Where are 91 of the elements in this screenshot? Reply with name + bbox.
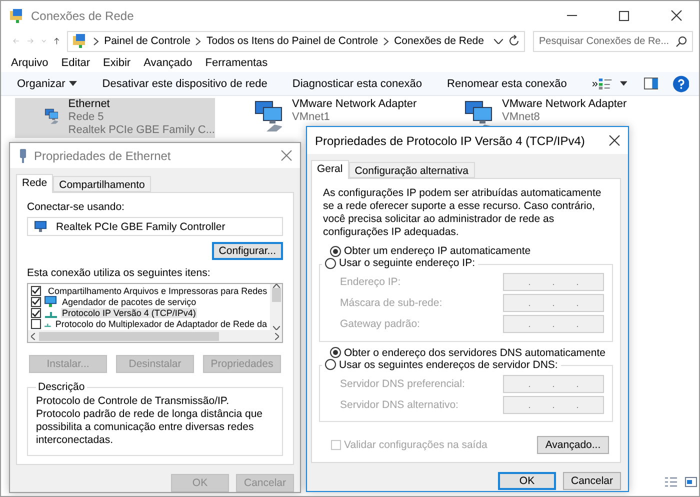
ethernet-adapter-icon	[18, 148, 28, 162]
dialog-button[interactable]: OK	[498, 472, 556, 490]
toolbar-command[interactable]: Diagnosticar esta conexão	[292, 78, 422, 90]
item-checkbox[interactable]	[31, 308, 41, 318]
breadcrumb-item[interactable]: Conexões de Rede	[394, 35, 484, 47]
large-icons-view-icon[interactable]	[685, 477, 697, 487]
search-icon	[676, 36, 687, 46]
connection-name: Ethernet	[68, 98, 111, 111]
breadcrumb-item[interactable]: Painel de Controle	[104, 35, 190, 47]
radio-option[interactable]: Usar os seguintes endereços de servidor DNS:	[325, 358, 558, 370]
up-arrow-icon[interactable]	[54, 35, 60, 47]
preview-pane-icon[interactable]	[644, 77, 658, 90]
view-options-icon[interactable]	[598, 76, 613, 90]
connection-item[interactable]: Ethernet Rede 5 Realtek PCIe GBE Family C...	[15, 98, 215, 138]
connection-detail: VMnet1	[292, 111, 331, 124]
network-icon	[44, 296, 58, 308]
list-item[interactable]: Protocolo do Multiplexador de Adaptador de Rede da	[54, 319, 268, 330]
field-label: Máscara de sub-rede:	[340, 297, 442, 310]
radio-button[interactable]	[330, 246, 341, 257]
radio-button[interactable]	[325, 359, 336, 370]
tab[interactable]: Rede	[16, 174, 54, 193]
tab[interactable]: Geral	[311, 160, 349, 179]
item-checkbox[interactable]	[31, 319, 41, 330]
scroll-right-icon[interactable]	[275, 332, 279, 340]
view-caret-icon	[620, 81, 628, 86]
refresh-icon[interactable]	[508, 35, 520, 47]
more-commands-button[interactable]: »	[592, 78, 598, 90]
chevron-right-icon	[195, 36, 202, 46]
connection-name: VMware Network Adapter	[502, 98, 627, 111]
menu-item[interactable]: Avançado	[144, 56, 192, 68]
menu-item[interactable]: Ferramentas	[205, 56, 268, 68]
horizontal-scrollbar[interactable]	[28, 330, 282, 342]
close-icon[interactable]	[609, 135, 620, 146]
menu-item[interactable]: Editar	[61, 56, 90, 68]
connection-detail: Realtek PCIe GBE Family C...	[68, 124, 215, 137]
radio-button[interactable]	[330, 347, 341, 358]
radio-option[interactable]: Obter um endereço IP automaticamente	[330, 245, 531, 258]
connection-detail: VMnet8	[502, 111, 541, 124]
field-label: Servidor DNS alternativo:	[340, 398, 458, 410]
tab[interactable]: Configuração alternativa	[348, 162, 475, 178]
details-view-icon[interactable]	[665, 477, 677, 487]
items-list[interactable]: Compartilhamento Arquivos e Impressoras para Redes Agendador de pacotes de serviço Protocolo IP Versão 4 (TCP/IPv4) Protocolo do Multiplexador de Adaptador de Rede da	[27, 283, 283, 343]
field-label: Endereço IP:	[340, 276, 401, 288]
address-bar[interactable]: Painel de Controle Todos os Itens do Painel de Controle Conexões de Rede	[67, 30, 525, 52]
network-computers-icon	[255, 101, 282, 132]
configure-button[interactable]: Configurar...	[212, 242, 283, 260]
tab[interactable]: Compartilhamento	[53, 176, 151, 192]
list-item[interactable]: Agendador de pacotes de serviço	[61, 296, 198, 307]
scroll-left-icon[interactable]	[31, 332, 35, 340]
minimize-icon	[567, 15, 577, 16]
dropdown-caret-icon[interactable]	[494, 38, 503, 44]
adapter-name: Realtek PCIe GBE Family Controller	[56, 220, 226, 233]
search-field[interactable]: Pesquisar Conexões de Re...	[533, 30, 693, 52]
menu-item[interactable]: Arquivo	[11, 56, 48, 68]
dialog-button[interactable]: Cancelar	[563, 472, 621, 490]
connect-using-label: Conectar-se usando:	[27, 201, 126, 213]
chevron-right-icon	[93, 36, 100, 46]
item-checkbox[interactable]	[31, 286, 41, 296]
group-legend: Descrição	[36, 381, 87, 393]
field-label: Servidor DNS preferencial:	[340, 378, 465, 390]
connection-detail: Rede 5	[68, 111, 105, 124]
dialog-title: Propriedades de Ethernet	[34, 148, 172, 162]
help-icon[interactable]	[672, 74, 690, 92]
radio-button[interactable]	[325, 258, 336, 269]
toolbar-command[interactable]: Desativar este dispositivo de rede	[102, 78, 268, 90]
network-folder-icon	[9, 8, 25, 24]
network-icon	[34, 221, 48, 232]
connection-name: VMware Network Adapter	[292, 98, 417, 111]
advanced-button[interactable]: Avançado...	[537, 436, 609, 454]
description-text: Protocolo de Controle de Transmissão/IP. Protocolo padrão de rede de longa distância que possibilita a comunicação entre diversas redes interconectadas.	[36, 395, 264, 447]
radio-option[interactable]: Usar o seguinte endereço IP:	[325, 257, 475, 270]
close-icon[interactable]	[670, 10, 682, 21]
window-title: Conexões de Rede	[31, 8, 135, 22]
chevron-right-icon	[383, 36, 390, 46]
scroll-down-icon[interactable]	[272, 326, 280, 330]
item-checkbox[interactable]	[31, 296, 41, 307]
menu-item[interactable]: Exibir	[103, 56, 131, 68]
field-label: Gateway padrão:	[340, 318, 420, 330]
maximize-icon	[619, 10, 629, 20]
breadcrumb-item[interactable]: Todos os Itens do Painel de Controle	[206, 35, 378, 47]
radio-option[interactable]: Obter o endereço dos servidores DNS automaticamente	[330, 346, 606, 358]
dialog-title: Propriedades de Protocolo IP Versão 4 (TCP/IPv4)	[315, 134, 586, 148]
scroll-up-icon[interactable]	[272, 284, 280, 288]
list-item[interactable]: Compartilhamento Arquivos e Impressoras para Redes	[47, 286, 268, 296]
toolbar-command[interactable]: Renomear esta conexão	[447, 78, 567, 90]
vertical-scrollbar[interactable]	[270, 284, 282, 330]
items-label: Esta conexão utiliza os seguintes itens:	[27, 267, 212, 279]
caret-down-icon	[69, 81, 78, 86]
organize-menu[interactable]: Organizar	[17, 78, 78, 90]
list-item[interactable]: Protocolo IP Versão 4 (TCP/IPv4)	[61, 308, 197, 318]
intro-text: As configurações IP podem ser atribuídas automaticamente se a rede oferecer suporte a esse recurso. Caso contrário, você precisa solicitar ao administrador de rede as configurações IP adequadas.	[323, 187, 602, 239]
